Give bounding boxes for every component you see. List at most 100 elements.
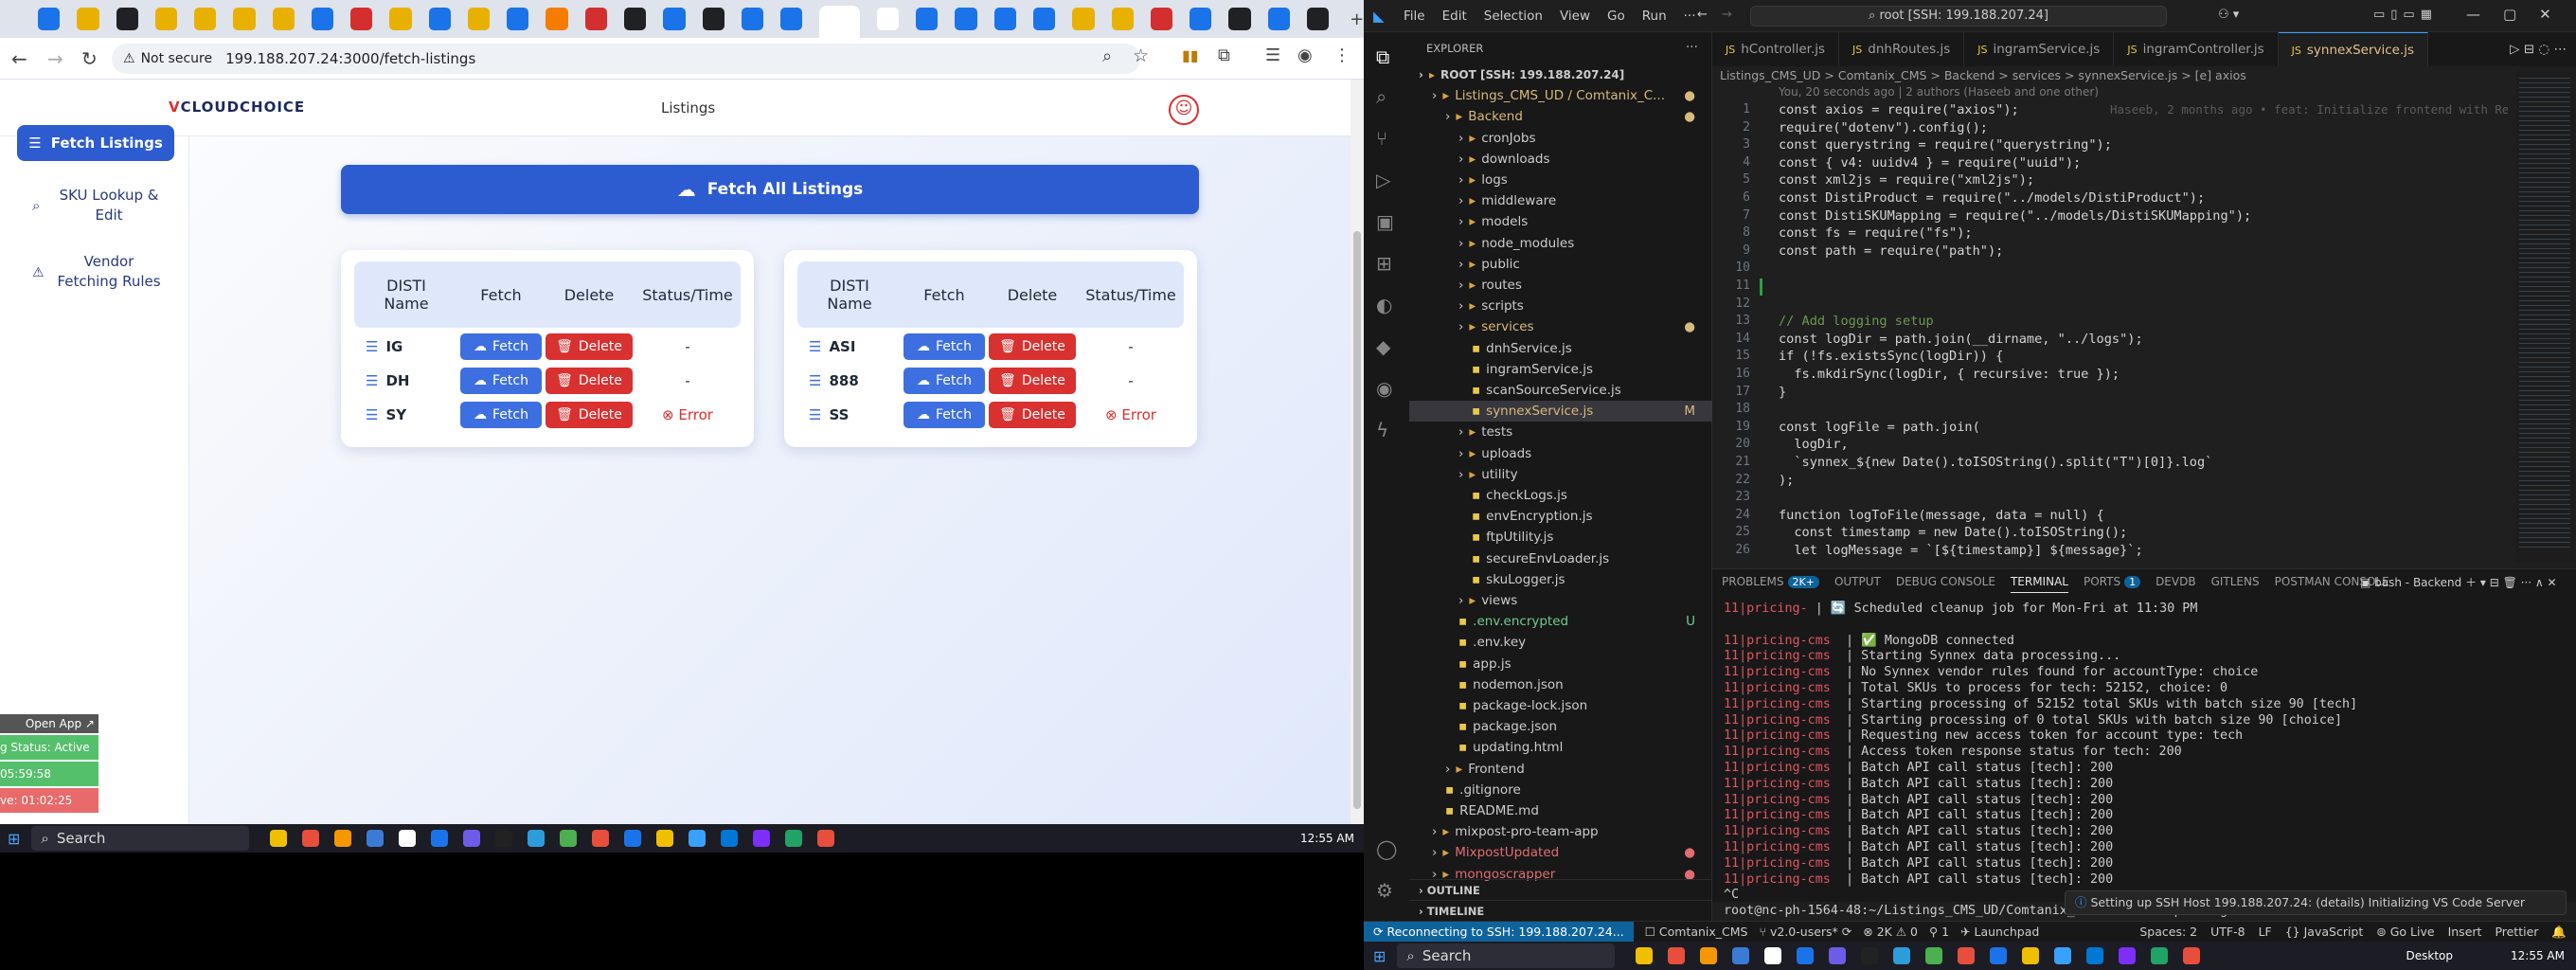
- user-avatar-icon[interactable]: ☺: [1169, 95, 1199, 125]
- tree-file[interactable]: ▪ README.md: [1409, 800, 1712, 821]
- bookmark-star-icon[interactable]: ☆: [1133, 45, 1149, 66]
- browser-tab[interactable]: [584, 8, 607, 30]
- browser-tab[interactable]: [780, 8, 803, 30]
- code-line[interactable]: const DistiSKUMapping = require("../mode…: [1779, 208, 2251, 224]
- status-prettier[interactable]: Prettier: [2495, 925, 2538, 939]
- delete-button[interactable]: 🗑 Delete: [546, 402, 633, 428]
- menu-icon[interactable]: ⋮: [1333, 45, 1351, 65]
- tree-file[interactable]: ▪ checkLogs.js: [1409, 485, 1712, 506]
- terminal-shell[interactable]: ▣ bash - Backend ＋ ▾ ⊟ 🗑 ··· ∧ ✕: [2360, 574, 2557, 590]
- code-line[interactable]: `synnex_${new Date().toISOString().split…: [1779, 455, 2212, 470]
- window-controls[interactable]: —▢✕: [2466, 6, 2574, 23]
- sidebar-item-fetch-listings[interactable]: ☰ Fetch Listings: [17, 125, 174, 161]
- taskbar-app-icon[interactable]: [399, 830, 417, 847]
- delete-button[interactable]: 🗑 Delete: [989, 402, 1076, 428]
- code-line[interactable]: if (!fs.existsSync(logDir)) {: [1779, 349, 2003, 364]
- address-bar[interactable]: ⚠ Not secure 199.188.207.24:3000/fetch-l…: [112, 44, 1140, 74]
- browser-tab[interactable]: [1190, 8, 1212, 30]
- tree-file[interactable]: ▪ package.json: [1409, 716, 1712, 737]
- command-center[interactable]: ⌕ root [SSH: 199.188.207.24]: [1750, 6, 2167, 27]
- editor-tab[interactable]: JS ingramController.js: [2114, 32, 2279, 66]
- taskbar-app-icon[interactable]: [1636, 947, 1654, 964]
- code-line[interactable]: // Add logging setup: [1779, 314, 1934, 329]
- browser-tab[interactable]: [993, 8, 1017, 30]
- tree-folder[interactable]: › ▸ mixpost-pro-team-app: [1409, 821, 1712, 842]
- browser-tab[interactable]: [467, 8, 491, 30]
- tree-folder[interactable]: › ▸ tests: [1409, 422, 1712, 442]
- codelens-blame[interactable]: You, 20 seconds ago | 2 authors (Haseeb …: [1779, 85, 2099, 99]
- forward-icon[interactable]: →: [47, 47, 63, 70]
- profile-icon[interactable]: ◉: [1297, 45, 1313, 65]
- status-text[interactable]: Error: [1121, 406, 1156, 423]
- outline-section[interactable]: › OUTLINE: [1409, 879, 1712, 900]
- more-actions-icon[interactable]: ···: [1686, 40, 1698, 55]
- taskbar-app-icon[interactable]: [592, 830, 610, 847]
- tree-file[interactable]: ▪ scanSourceService.js: [1409, 380, 1712, 401]
- ssh-notification[interactable]: ⓘ Setting up SSH Host 199.188.207.24: (d…: [2065, 890, 2567, 915]
- fetch-button[interactable]: ☁ Fetch: [903, 368, 985, 394]
- nav-forward-icon[interactable]: →: [1722, 8, 1732, 22]
- code-line[interactable]: const logFile = path.join(: [1779, 420, 1980, 435]
- tree-file[interactable]: ▪ dnhService.js: [1409, 338, 1712, 359]
- tree-folder[interactable]: › ▸ MixpostUpdated ●: [1409, 842, 1712, 863]
- taskbar-app-icon[interactable]: [2183, 947, 2201, 964]
- status-branch[interactable]: ⑂ v2.0-users* ⟳: [1760, 925, 1852, 939]
- taskbar-app-icon[interactable]: [1990, 947, 2008, 964]
- clock[interactable]: 12:55 AM: [1300, 832, 1354, 845]
- tree-folder[interactable]: › ▸ Frontend: [1409, 759, 1712, 780]
- browser-tab[interactable]: [1072, 8, 1095, 30]
- code-line[interactable]: const querystring = require("querystring…: [1779, 137, 2112, 153]
- extension-icon[interactable]: ▮▮: [1182, 46, 1199, 64]
- code-line[interactable]: const DistiProduct = require("../models/…: [1779, 190, 2205, 206]
- tree-folder[interactable]: › ▸ uploads: [1409, 443, 1712, 464]
- extensions-puzzle-icon[interactable]: ⧉: [1218, 45, 1230, 65]
- status-launchpad[interactable]: ✈ Launchpad: [1960, 925, 2039, 939]
- open-app-button[interactable]: Open App ↗: [0, 714, 98, 733]
- editor-tab[interactable]: JS hController.js: [1712, 32, 1840, 66]
- tree-folder[interactable]: › ▸ downloads: [1409, 149, 1712, 170]
- nav-title[interactable]: Listings: [661, 99, 715, 117]
- source-control-icon[interactable]: ⑂: [1376, 127, 1387, 150]
- back-icon[interactable]: ←: [11, 47, 27, 70]
- copilot-icon[interactable]: ⚇ ▾: [2218, 8, 2239, 22]
- code-line[interactable]: require("dotenv").config();: [1779, 120, 1988, 135]
- menu-item[interactable]: File: [1404, 9, 1425, 24]
- settings-gear-icon[interactable]: ⚙: [1376, 879, 1393, 902]
- tree-file[interactable]: ▪ synnexService.js M: [1409, 401, 1712, 422]
- menu-item[interactable]: View: [1560, 9, 1590, 24]
- taskbar-app-icon[interactable]: [721, 830, 739, 847]
- reload-icon[interactable]: ↻: [81, 47, 98, 70]
- taskbar-search[interactable]: ⌕ Search: [31, 826, 250, 851]
- menu-item[interactable]: ···: [1684, 9, 1696, 24]
- search-icon[interactable]: ⌕: [1376, 85, 1386, 108]
- tree-folder[interactable]: › ▸ middleware: [1409, 190, 1712, 211]
- taskbar-app-icon[interactable]: [270, 830, 288, 847]
- windows-start-icon[interactable]: ⊞: [1373, 947, 1386, 965]
- tree-folder[interactable]: › ▸ public: [1409, 254, 1712, 275]
- taskbar-app-icon[interactable]: [624, 830, 642, 847]
- browser-tab[interactable]: [663, 8, 686, 30]
- browser-tab[interactable]: [311, 8, 334, 30]
- zoom-icon[interactable]: ⌕: [1102, 46, 1112, 66]
- minimap[interactable]: [2515, 70, 2574, 563]
- extensions-icon[interactable]: ⊞: [1376, 252, 1392, 275]
- bell-icon[interactable]: 🔔: [2551, 925, 2567, 940]
- taskbar-app-icon[interactable]: [367, 830, 385, 847]
- app-logo[interactable]: VCLOUDCHOICE: [169, 99, 305, 116]
- fetch-button[interactable]: ☁ Fetch: [460, 333, 542, 360]
- status-spaces[interactable]: Spaces: 2: [2139, 925, 2197, 939]
- taskbar-app-icon[interactable]: [495, 830, 513, 847]
- remote-indicator[interactable]: ⟳ Reconnecting to SSH: 199.188.207.24...: [1364, 921, 1634, 943]
- delete-button[interactable]: 🗑 Delete: [546, 368, 633, 394]
- tree-file[interactable]: ▪ .gitignore: [1409, 780, 1712, 800]
- taskbar-app-icon[interactable]: [2151, 947, 2169, 964]
- taskbar-search[interactable]: ⌕ Search: [1397, 943, 1616, 968]
- tree-folder[interactable]: › ▸ Listings_CMS_UD / Comtanix_C... ●: [1409, 85, 1712, 106]
- taskbar-app-icon[interactable]: [334, 830, 352, 847]
- remote-explorer-icon[interactable]: ▣: [1376, 210, 1394, 233]
- code-line[interactable]: function logToFile(message, data = null)…: [1779, 508, 2104, 523]
- scrollbar-thumb[interactable]: [1353, 231, 1361, 809]
- clock[interactable]: 12:55 AM: [2511, 949, 2565, 962]
- taskbar-app-icon[interactable]: [1764, 947, 1782, 964]
- browser-tab[interactable]: [741, 8, 764, 30]
